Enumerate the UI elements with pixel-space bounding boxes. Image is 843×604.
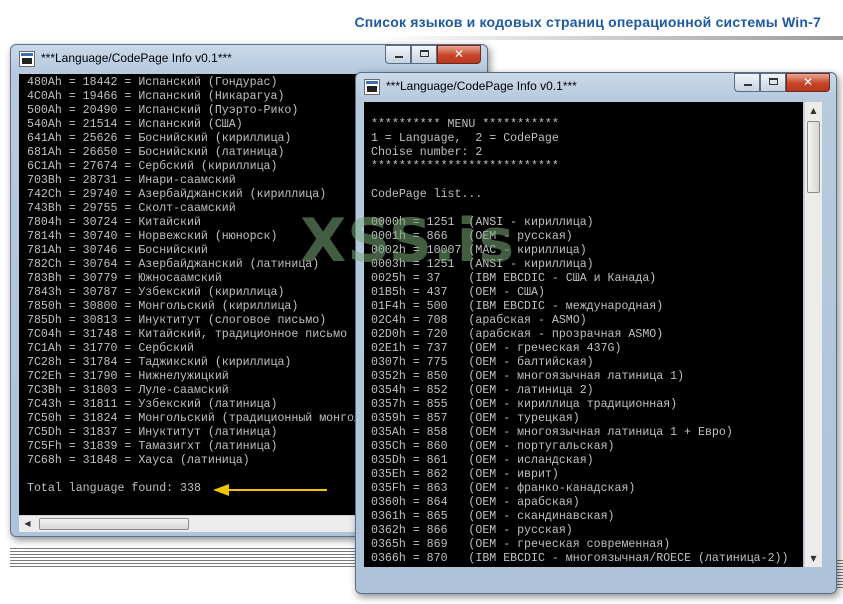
console-line: 7C1Ah = 31770 = Сербский bbox=[27, 342, 194, 355]
console-app-icon[interactable] bbox=[364, 79, 380, 95]
right-window-title: ***Language/CodePage Info v0.1*** bbox=[386, 79, 577, 93]
console-line: 0352h = 850 (OEM - многоязычная латиница… bbox=[371, 370, 685, 383]
console-line: 742Ch = 29740 = Азербайджанский (кирилли… bbox=[27, 188, 327, 201]
console-line: 0365h = 869 (OEM - греческая современная… bbox=[371, 538, 671, 551]
console-line: 6C1Ah = 27674 = Сербский (кириллица) bbox=[27, 160, 278, 173]
decorative-stripes-left bbox=[10, 548, 355, 568]
console-line: 7C68h = 31848 = Хауса (латиница) bbox=[27, 454, 250, 467]
console-line: 0361h = 865 (OEM - скандинавская) bbox=[371, 510, 615, 523]
console-line: 7C2Eh = 31790 = Нижнелужицкий bbox=[27, 370, 229, 383]
console-line: 0357h = 855 (OEM - кириллица традиционна… bbox=[371, 398, 678, 411]
right-window-titlebar[interactable]: ***Language/CodePage Info v0.1*** bbox=[356, 73, 836, 101]
console-line: 540Ah = 21514 = Испанский (США) bbox=[27, 118, 243, 131]
minimize-button[interactable] bbox=[734, 73, 760, 92]
scroll-left-arrow-icon[interactable]: ◀ bbox=[19, 516, 36, 532]
console-line: 7843h = 30787 = Узбекский (кириллица) bbox=[27, 286, 285, 299]
console-line: 0354h = 852 (OEM - латиница 2) bbox=[371, 384, 594, 397]
scroll-down-arrow-icon[interactable]: ▼ bbox=[805, 550, 822, 567]
watermark-logo: XSS.is bbox=[300, 206, 516, 276]
right-console-window[interactable]: ***Language/CodePage Info v0.1*** ******… bbox=[355, 72, 837, 594]
right-vertical-scrollbar[interactable]: ▲ ▼ bbox=[804, 102, 822, 567]
left-window-title: ***Language/CodePage Info v0.1*** bbox=[41, 51, 232, 65]
scroll-up-arrow-icon[interactable]: ▲ bbox=[805, 102, 822, 119]
console-line: 7C3Bh = 31803 = Луле-саамский bbox=[27, 384, 229, 397]
console-line: *************************** bbox=[371, 160, 559, 173]
close-button[interactable] bbox=[786, 73, 830, 92]
console-line: 4C0Ah = 19466 = Испанский (Никарагуа) bbox=[27, 90, 285, 103]
left-horizontal-scrollbar[interactable]: ◀ bbox=[19, 515, 371, 532]
console-line: 785Dh = 30813 = Инуктитут (слоговое пись… bbox=[27, 314, 327, 327]
console-line: 02C4h = 708 (арабская - ASMO) bbox=[371, 314, 587, 327]
console-line: 7C50h = 31824 = Монгольский (традиционны… bbox=[27, 412, 361, 425]
console-line: 7C04h = 31748 = Китайский, традиционное … bbox=[27, 328, 348, 341]
console-line: ********** MENU *********** bbox=[371, 118, 559, 131]
console-line: 035Ch = 860 (OEM - португальская) bbox=[371, 440, 615, 453]
maximize-button[interactable] bbox=[760, 73, 786, 92]
console-line: 02D0h = 720 (арабская - прозрачная ASMO) bbox=[371, 328, 664, 341]
minimize-button[interactable] bbox=[385, 45, 411, 64]
right-vertical-scroll-thumb[interactable] bbox=[807, 121, 820, 193]
console-line: 7C5Fh = 31839 = Тамазигхт (латиница) bbox=[27, 440, 278, 453]
console-line: 1 = Language, 2 = CodePage bbox=[371, 132, 559, 145]
console-line: 641Ah = 25626 = Боснийский (кириллица) bbox=[27, 132, 292, 145]
left-console-output[interactable]: 480Ah = 18442 = Испанский (Гондурас) 4C0A… bbox=[19, 74, 371, 515]
console-line: 7C5Dh = 31837 = Инуктитут (латиница) bbox=[27, 426, 278, 439]
right-console-output[interactable]: ********** MENU *********** 1 = Language,… bbox=[364, 102, 803, 567]
console-line: 703Bh = 28731 = Инари-саамский bbox=[27, 174, 236, 187]
console-line: 0366h = 870 (IBM EBCDIC - многоязычная/R… bbox=[371, 552, 789, 565]
console-line: 0359h = 857 (OEM - турецкая) bbox=[371, 412, 580, 425]
right-window-controls bbox=[734, 73, 830, 93]
console-app-icon[interactable] bbox=[19, 51, 35, 67]
console-line: 7850h = 30800 = Монгольский (кириллица) bbox=[27, 300, 299, 313]
console-line: 7C43h = 31811 = Узбекский (латиница) bbox=[27, 398, 278, 411]
console-line: 7C28h = 31784 = Таджикский (кириллица) bbox=[27, 356, 292, 369]
console-line: 01B5h = 437 (OEM - США) bbox=[371, 286, 545, 299]
annotation-arrow-icon bbox=[213, 484, 327, 496]
console-line: 035Ah = 858 (OEM - многоязычная латиница… bbox=[371, 426, 733, 439]
maximize-button[interactable] bbox=[411, 45, 437, 64]
page-title: Список языков и кодовых страниц операцио… bbox=[354, 14, 821, 30]
console-line: Choise number: 2 bbox=[371, 146, 483, 159]
left-window-titlebar[interactable]: ***Language/CodePage Info v0.1*** bbox=[11, 45, 487, 73]
console-line: 035Dh = 861 (OEM - исландская) bbox=[371, 454, 594, 467]
console-line: 035Fh = 863 (OEM - франко-канадская) bbox=[371, 482, 636, 495]
console-line: 02E1h = 737 (OEM - греческая 437G) bbox=[371, 342, 622, 355]
left-window-controls bbox=[385, 45, 481, 65]
console-line: CodePage list... bbox=[371, 188, 483, 201]
console-line: 01F4h = 500 (IBM EBCDIC - международная) bbox=[371, 300, 664, 313]
console-line: 035Eh = 862 (OEM - иврит) bbox=[371, 468, 559, 481]
title-underline bbox=[380, 36, 843, 40]
console-line: 0307h = 775 (OEM - балтийская) bbox=[371, 356, 594, 369]
console-line: 480Ah = 18442 = Испанский (Гондурас) bbox=[27, 76, 278, 89]
console-line: 0362h = 866 (OEM - русская) bbox=[371, 524, 573, 537]
left-horizontal-scroll-thumb[interactable] bbox=[39, 518, 189, 530]
console-line: 500Ah = 20490 = Испанский (Пуэрто-Рико) bbox=[27, 104, 299, 117]
console-line: 0360h = 864 (OEM - арабская) bbox=[371, 496, 580, 509]
close-button[interactable] bbox=[437, 45, 481, 64]
console-line: 681Ah = 26650 = Боснийский (латиница) bbox=[27, 146, 285, 159]
